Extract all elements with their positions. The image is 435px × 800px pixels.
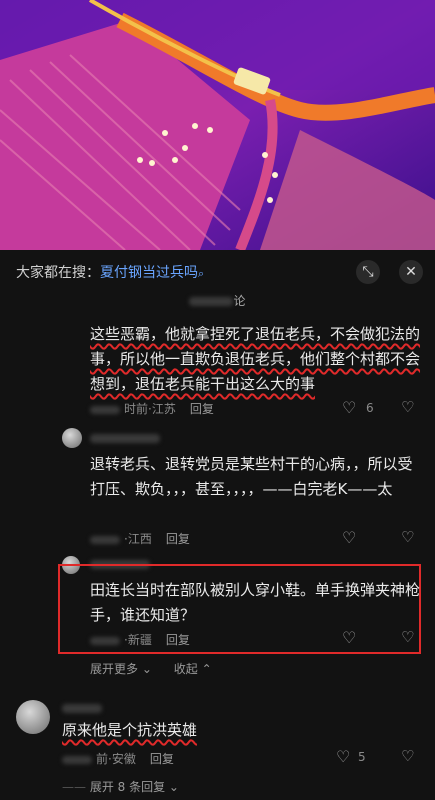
chevron-down-icon: ⌄ (141, 662, 152, 676)
close-icon[interactable]: ✕ (399, 260, 423, 284)
username-blurred[interactable] (62, 704, 102, 713)
dislike-icon[interactable]: ♡ (401, 528, 414, 546)
search-prefix: 大家都在搜： (16, 265, 100, 281)
comment-body: 田连长当时在部队被别人穿小鞋。单手换弹夹神枪手，谁还知道？ (90, 581, 421, 624)
blurred-time (62, 755, 92, 764)
search-suggestion[interactable]: 大家都在搜：夏付钢当过兵吗⌕ (16, 262, 204, 282)
comments-title-text: 论 (233, 294, 246, 308)
comment-time: 前 (96, 752, 109, 766)
dislike-icon[interactable]: ♡ (401, 747, 414, 765)
comment-text: 原来他是个抗洪英雄 (62, 718, 392, 743)
comment-location: 江苏 (151, 402, 176, 416)
comment-location: 安徽 (111, 752, 136, 766)
comment-text: 这些恶霸，他就拿捏死了退伍老兵，不会做犯法的事，所以他一直欺负退伍老兵，他们整个… (90, 322, 420, 397)
comment-meta: ·新疆 回复 (90, 631, 190, 648)
thread-controls: 展开更多 ⌄ 收起 ⌃ (90, 660, 212, 677)
comment-body: 退转老兵、退转党员是某些村干的心病，，所以受打压、欺负，，，甚至，，，，——白完… (90, 455, 413, 498)
comment-location: 江西 (127, 532, 152, 546)
reply-button[interactable]: 回复 (166, 532, 190, 546)
reply-button[interactable]: 回复 (150, 752, 174, 766)
avatar[interactable] (16, 700, 50, 734)
like-count: 5 (358, 750, 366, 764)
comment-meta: ·江西 回复 (90, 530, 190, 547)
comment-location: 新疆 (127, 633, 152, 647)
expand-more-button[interactable]: 展开更多 ⌄ (90, 662, 152, 676)
comments-title: 论 (0, 292, 435, 309)
search-icon[interactable]: ⌕ (198, 267, 204, 280)
search-term-link[interactable]: 夏付钢当过兵吗 (100, 265, 198, 281)
blurred-time (90, 405, 120, 414)
like-count: 6 (366, 401, 374, 415)
like-icon[interactable]: ♡ (342, 398, 356, 417)
chevron-down-icon: ⌄ (168, 780, 179, 794)
comment-meta: 前·安徽 回复 (62, 750, 174, 767)
reply-button[interactable]: 回复 (166, 633, 190, 647)
comment-body: 原来他是个抗洪英雄 (62, 721, 198, 739)
reply-button[interactable]: 回复 (190, 402, 214, 416)
collapse-button[interactable]: 收起 ⌃ (174, 662, 212, 676)
like-icon[interactable]: ♡ (342, 628, 356, 647)
like-icon[interactable]: ♡ (342, 528, 356, 547)
reply-thread-line: —— (62, 780, 86, 794)
username-blurred[interactable] (90, 434, 160, 443)
expand-replies-label: 展开 8 条回复 (89, 780, 166, 794)
avatar[interactable] (62, 428, 82, 448)
thermal-drone-image (0, 0, 435, 250)
blurred-count (189, 297, 234, 306)
collapse-label: 收起 (173, 662, 198, 676)
like-icon[interactable]: ♡ (336, 747, 350, 766)
collapse-icon[interactable]: ⤡ (356, 260, 380, 284)
blurred-time (90, 636, 120, 645)
expand-replies-button[interactable]: —— 展开 8 条回复 ⌄ (62, 778, 179, 795)
dislike-icon[interactable]: ♡ (401, 628, 414, 646)
comment-body: 这些恶霸，他就拿捏死了退伍老兵，不会做犯法的事，所以他一直欺负退伍老兵，他们整个… (90, 325, 421, 393)
comment-time: 时前 (124, 402, 149, 416)
blurred-time (90, 535, 120, 544)
expand-more-label: 展开更多 (90, 662, 139, 676)
search-suggestion-bar: 大家都在搜：夏付钢当过兵吗⌕ ⤡ ✕ (0, 252, 435, 290)
chevron-up-icon: ⌃ (201, 662, 212, 676)
dislike-icon[interactable]: ♡ (401, 398, 414, 416)
comment-meta: 时前·江苏 回复 (90, 400, 214, 417)
comment-text: 田连长当时在部队被别人穿小鞋。单手换弹夹神枪手，谁还知道？ (90, 578, 420, 628)
comment-text: 退转老兵、退转党员是某些村干的心病，，所以受打压、欺负，，，甚至，，，，——白完… (90, 452, 420, 502)
